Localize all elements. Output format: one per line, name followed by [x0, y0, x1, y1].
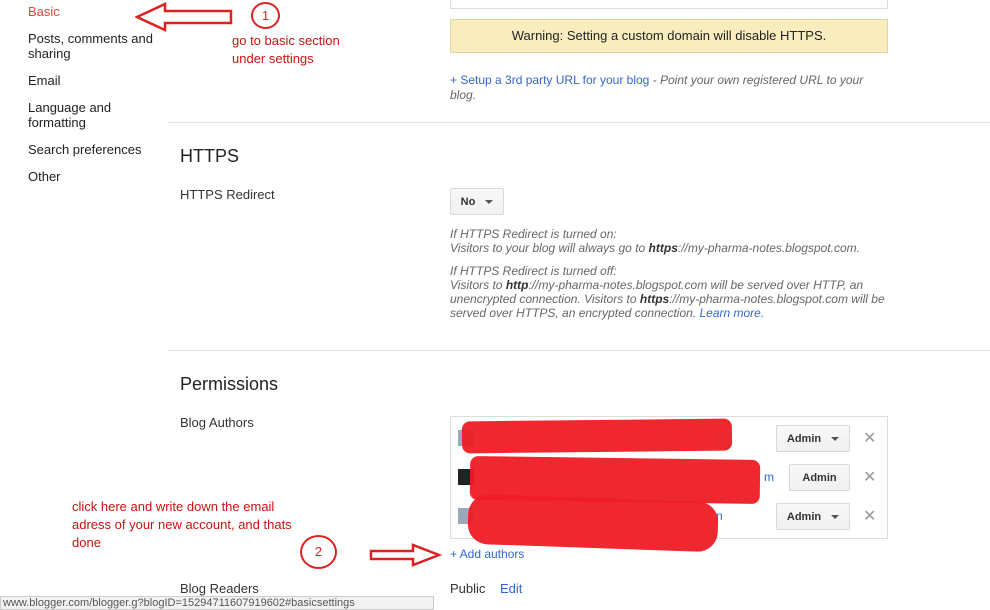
blog-readers-edit-link[interactable]: Edit — [500, 581, 522, 596]
step-2-text: click here and write down the email adre… — [72, 499, 292, 550]
author-role: Admin — [802, 471, 837, 484]
https-section-title: HTTPS — [180, 146, 240, 166]
https-redirect-dropdown[interactable]: No — [450, 188, 504, 215]
blog-readers-label: Blog Readers — [180, 581, 259, 596]
redaction-mark — [461, 418, 733, 454]
permissions-section-title: Permissions — [180, 374, 279, 394]
annotation-arrow-2 — [369, 543, 442, 567]
https-redirect-label: HTTPS Redirect — [180, 187, 275, 202]
remove-author-icon[interactable]: ✕ — [863, 467, 876, 486]
add-authors-link[interactable]: + Add authors — [450, 547, 524, 561]
remove-author-icon[interactable]: ✕ — [863, 506, 876, 525]
sidebar-item-language-formatting[interactable]: Language and formatting — [28, 100, 163, 130]
setup-3rd-party-url-link[interactable]: + Setup a 3rd party URL for your blog — [450, 73, 649, 87]
author-role: Admin — [786, 432, 822, 445]
browser-status-url: www.blogger.com/blogger.g?blogID=1529471… — [0, 596, 434, 610]
remove-author-icon[interactable]: ✕ — [863, 428, 876, 447]
step-1-text: go to basic section under settings — [232, 33, 340, 66]
author-role: Admin — [786, 510, 822, 523]
https-off-heading: If HTTPS Redirect is turned off: — [450, 264, 617, 278]
redaction-mark — [467, 493, 719, 553]
learn-more-link[interactable]: Learn more. — [699, 306, 764, 320]
https-off-note: If HTTPS Redirect is turned off: Visitor… — [450, 264, 885, 320]
author-role-button[interactable]: Admin — [789, 464, 850, 491]
divider — [168, 122, 990, 123]
https-off-text: Visitors to http://my-pharma-notes.blogs… — [450, 278, 885, 320]
chevron-down-icon — [831, 436, 840, 441]
blog-readers-value: Public — [450, 581, 486, 596]
sidebar-item-posts-comments-sharing[interactable]: Posts, comments and sharing — [28, 31, 163, 61]
sidebar-item-other[interactable]: Other — [28, 169, 163, 184]
domain-warning: Warning: Setting a custom domain will di… — [450, 19, 888, 53]
author-role-dropdown[interactable]: Admin — [776, 503, 850, 530]
chevron-down-icon — [485, 199, 494, 204]
chevron-down-icon — [831, 514, 840, 519]
author-role-dropdown[interactable]: Admin — [776, 425, 850, 452]
https-redirect-value: No — [460, 195, 476, 208]
step-2-circle: 2 — [300, 535, 337, 569]
sidebar-item-email[interactable]: Email — [28, 73, 163, 88]
https-on-text: Visitors to your blog will always go to … — [450, 241, 860, 255]
annotation-arrow-1 — [135, 2, 233, 32]
setup-url-row: + Setup a 3rd party URL for your blog - … — [450, 73, 885, 103]
https-on-heading: If HTTPS Redirect is turned on: — [450, 227, 617, 241]
divider — [168, 350, 990, 351]
custom-domain-box — [450, 0, 888, 9]
blog-authors-label: Blog Authors — [180, 415, 254, 430]
https-on-note: If HTTPS Redirect is turned on: Visitors… — [450, 227, 880, 255]
author-email-tail: m — [764, 470, 774, 484]
sidebar-item-search-preferences[interactable]: Search preferences — [28, 142, 163, 157]
step-1-circle: 1 — [251, 2, 280, 29]
